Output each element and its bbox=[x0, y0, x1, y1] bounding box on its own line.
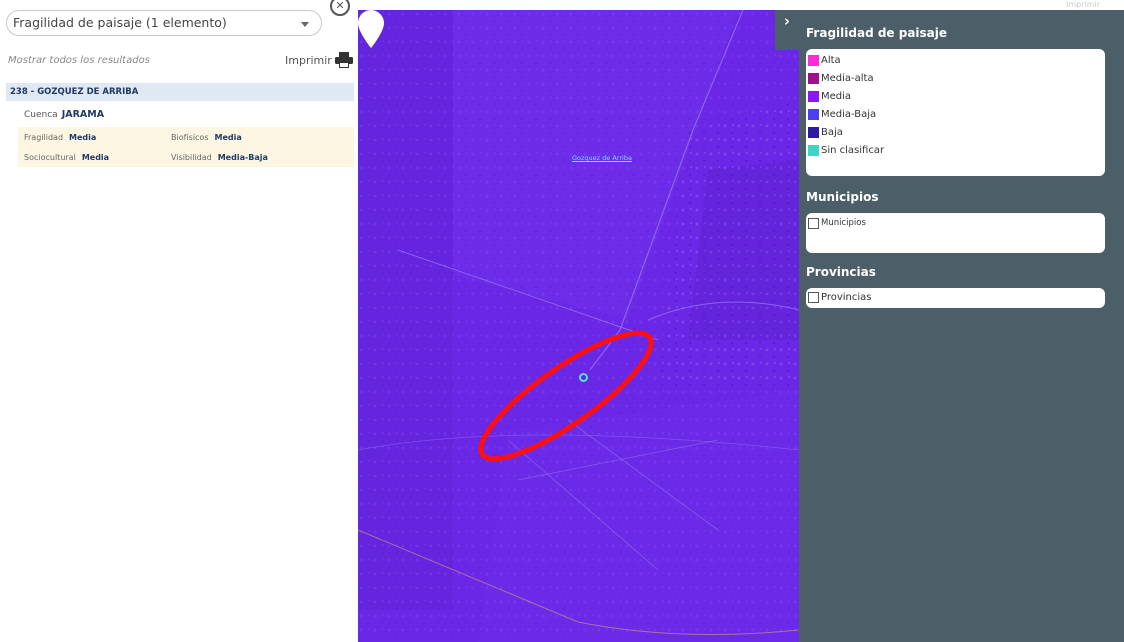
legend-title-municipios: Municipios bbox=[806, 190, 879, 204]
attribute-label: Biofísicos bbox=[171, 133, 209, 142]
legend-item-municipios[interactable]: Municipios bbox=[806, 214, 1105, 232]
chevron-right-icon: › bbox=[783, 12, 791, 30]
attribute-label: Visibilidad bbox=[171, 153, 212, 162]
layer-select-value: Fragilidad de paisaje (1 elemento) bbox=[13, 15, 227, 30]
legend-title-fragilidad: Fragilidad de paisaje bbox=[806, 26, 948, 40]
result-title[interactable]: 238 - GOZQUEZ DE ARRIBA bbox=[6, 83, 354, 101]
attribute-value: Media-Baja bbox=[217, 153, 268, 162]
legend-item-provincias[interactable]: Provincias bbox=[806, 288, 1105, 306]
legend-item-media[interactable]: Media bbox=[806, 87, 1105, 105]
cuenca-value: JARAMA bbox=[61, 109, 105, 120]
legend-item-label: Alta bbox=[821, 54, 841, 66]
legend-box-fragilidad: Alta Media-alta Media Media-Baja Baja Si… bbox=[806, 49, 1105, 176]
legend-item-label: Media-alta bbox=[821, 72, 874, 84]
swatch-baja bbox=[808, 126, 819, 138]
map-texture bbox=[358, 10, 799, 642]
attribute-biofisicos: Biofísicos Media bbox=[171, 133, 242, 142]
swatch-media bbox=[808, 90, 819, 102]
cuenca-label: Cuenca bbox=[24, 110, 58, 120]
print-label: Imprimir bbox=[285, 53, 332, 67]
legend-item-alta[interactable]: Alta bbox=[806, 51, 1105, 69]
map-point-marker[interactable] bbox=[579, 373, 588, 382]
legend-item-label: Municipios bbox=[821, 218, 866, 228]
swatch-media-baja bbox=[808, 108, 819, 120]
map-view[interactable]: Gozquez de Arriba bbox=[358, 10, 799, 642]
legend-title-provincias: Provincias bbox=[806, 265, 876, 279]
swatch-media-alta bbox=[808, 72, 819, 84]
legend-item-label: Baja bbox=[821, 126, 843, 138]
legend-item-label: Sin clasificar bbox=[821, 144, 885, 156]
attribute-value: Media bbox=[69, 133, 97, 142]
municipios-checkbox[interactable] bbox=[808, 217, 819, 229]
layer-select[interactable]: Fragilidad de paisaje (1 elemento) bbox=[6, 10, 322, 36]
show-all-results-link[interactable]: Mostrar todos los resultados bbox=[8, 55, 150, 66]
map-pin-icon[interactable] bbox=[358, 10, 384, 48]
chevron-down-icon bbox=[301, 22, 309, 27]
attribute-visibilidad: Visibilidad Media-Baja bbox=[171, 153, 268, 162]
attribute-value: Media bbox=[81, 153, 110, 162]
print-top-link[interactable]: Imprimir bbox=[1066, 0, 1100, 9]
attribute-value: Media bbox=[214, 133, 242, 142]
legend-item-media-baja[interactable]: Media-Baja bbox=[806, 105, 1105, 123]
map-canvas bbox=[358, 10, 799, 642]
legend-item-label: Provincias bbox=[821, 291, 872, 303]
printer-icon bbox=[334, 52, 353, 68]
results-panel: Fragilidad de paisaje (1 elemento) Mostr… bbox=[0, 0, 358, 642]
legend-box-municipios: Municipios bbox=[806, 213, 1105, 253]
map-place-label[interactable]: Gozquez de Arriba bbox=[572, 154, 632, 162]
print-button[interactable]: Imprimir bbox=[285, 52, 353, 68]
attribute-sociocultural: Sociocultural Media bbox=[24, 153, 109, 162]
legend-item-media-alta[interactable]: Media-alta bbox=[806, 69, 1105, 87]
legend-item-baja[interactable]: Baja bbox=[806, 123, 1105, 141]
legend-item-label: Media bbox=[821, 90, 852, 102]
attributes-table: Fragilidad Media Biofísicos Media Sociocul… bbox=[18, 127, 354, 167]
collapse-legend-button[interactable]: › bbox=[775, 10, 799, 50]
swatch-sin-clasificar bbox=[808, 144, 819, 156]
cuenca-row: Cuenca JARAMA bbox=[24, 109, 104, 120]
attribute-label: Fragilidad bbox=[24, 133, 64, 142]
attribute-label: Sociocultural bbox=[24, 153, 76, 162]
attribute-fragilidad: Fragilidad Media bbox=[24, 133, 96, 142]
provincias-checkbox[interactable] bbox=[808, 291, 819, 303]
legend-box-provincias: Provincias bbox=[806, 288, 1105, 308]
legend-item-label: Media-Baja bbox=[821, 108, 877, 120]
swatch-alta bbox=[808, 54, 819, 66]
close-icon: ✕ bbox=[335, 0, 345, 12]
legend-item-sin-clasificar[interactable]: Sin clasificar bbox=[806, 141, 1105, 159]
